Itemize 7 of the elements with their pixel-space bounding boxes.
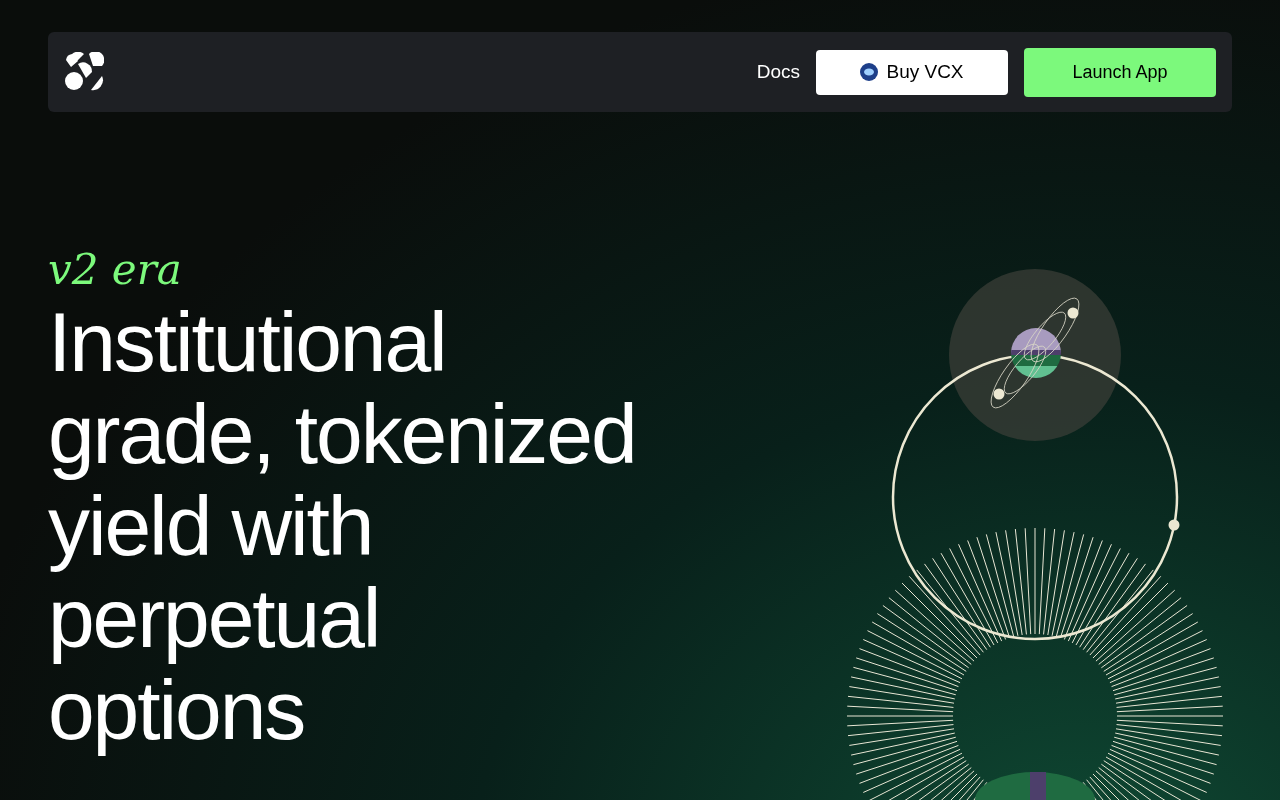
launch-app-button[interactable]: Launch App [1024,47,1216,97]
token-icon [860,63,879,81]
eyebrow-text: v2 era [48,244,183,296]
logo-icon[interactable] [64,52,104,92]
hero-heading: Institutional grade, tokenized yield with perpetual options [48,296,637,756]
docs-link[interactable]: Docs [756,57,800,87]
buy-button[interactable]: Buy VCX [816,49,1008,95]
